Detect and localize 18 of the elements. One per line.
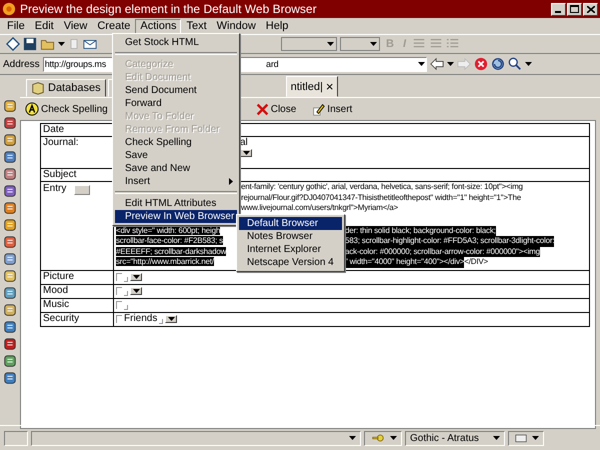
field-label: Music bbox=[43, 298, 70, 310]
code-text: </DIV> bbox=[464, 257, 488, 268]
field-label: Journal: bbox=[43, 137, 79, 149]
code-text: ent-family: 'century gothic', arial, verdana, helvetica, sans-serif; font-size: 10pt"><img bbox=[241, 182, 523, 192]
code-text: scrollbar-face-color: #F2B583; s bbox=[116, 236, 223, 245]
code-text: #EEEEFF; scrollbar-darkshadow bbox=[116, 246, 226, 256]
field-label: Entry bbox=[43, 182, 66, 194]
code-text: src="http://www.mbarrick.net/ bbox=[116, 257, 214, 266]
window-title: Preview the design element in the Default Web Browser bbox=[20, 2, 318, 16]
code-text: rejournal/Flour.gif?DJ0407041347-Thisisthetitleofthepost" width="1" height="1">The bbox=[241, 192, 521, 203]
code-text: www.livejournal.com/users/tnkgrl">Myriam</a> bbox=[241, 203, 398, 214]
address-label: Address bbox=[3, 58, 40, 70]
field-label: Security bbox=[43, 312, 80, 324]
field-label: Mood bbox=[43, 284, 68, 296]
field-label: Subject bbox=[43, 169, 76, 181]
code-text: ack-color: #000000; scrollbar-arrow-color: #000000"><img bbox=[345, 246, 540, 257]
field-label: Picture bbox=[43, 270, 74, 282]
field-label: Date bbox=[43, 124, 64, 136]
